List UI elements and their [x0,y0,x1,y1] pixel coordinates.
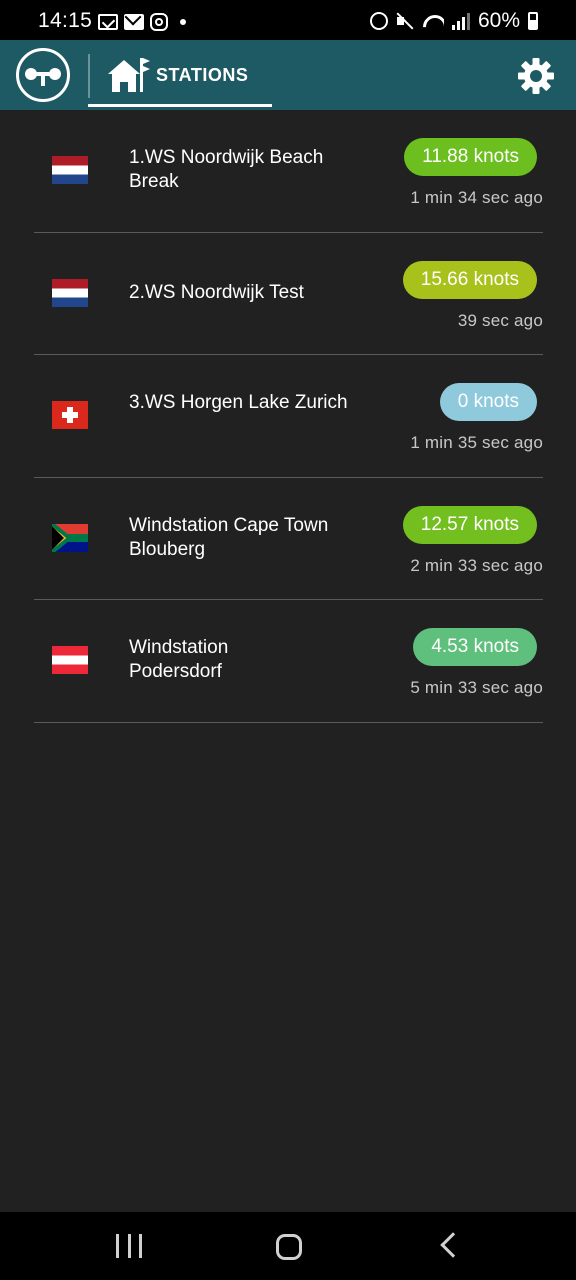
gear-icon[interactable] [514,54,558,98]
wifi-icon [422,12,444,30]
station-list: 1.WS Noordwijk Beach Break 11.88 knots 1… [34,110,543,723]
back-icon[interactable] [440,1232,466,1258]
dot-icon [180,19,186,25]
netherlands-flag-icon [52,156,88,184]
station-row[interactable]: Windstation Podersdorf 4.53 knots 5 min … [34,600,543,723]
wind-speed-badge: 12.57 knots [402,505,537,544]
updated-time: 2 min 33 sec ago [410,555,543,575]
mail-icon [124,14,144,30]
battery-icon [528,12,538,30]
updated-time: 1 min 35 sec ago [410,433,543,452]
station-name: 1.WS Noordwijk Beach Break [129,147,324,192]
signal-icon [451,12,470,30]
status-time: 14:15 [38,9,93,32]
app-bar: STATIONS [0,40,576,110]
tab-active-indicator [88,104,272,107]
station-name: Windstation Podersdorf [129,637,229,682]
tab-stations-label: STATIONS [156,65,249,85]
navigation-bar [0,1212,576,1280]
station-name: 2.WS Noordwijk Test [129,281,304,303]
austria-flag-icon [52,646,88,674]
south-africa-flag-icon [52,523,88,552]
wind-speed-badge: 11.88 knots [404,138,537,176]
updated-time: 39 sec ago [457,310,543,330]
station-name: 3.WS Horgen Lake Zurich [129,392,348,413]
station-row[interactable]: 2.WS Noordwijk Test 15.66 knots 39 sec a… [34,233,543,355]
switzerland-flag-icon [52,401,88,429]
instagram-icon [150,13,168,31]
wind-speed-badge: 15.66 knots [402,260,537,299]
recents-icon[interactable] [116,1234,142,1258]
battery-percent: 60% [477,9,520,32]
mute-icon [396,12,414,30]
message-icon [98,14,118,30]
alarm-icon [369,12,388,30]
updated-time: 1 min 34 sec ago [410,188,543,207]
home-flag-icon [108,58,150,92]
station-row[interactable]: 3.WS Horgen Lake Zurich 0 knots 1 min 35… [34,355,543,478]
wind-speed-badge: 0 knots [439,383,537,421]
tab-stations[interactable]: STATIONS [90,40,272,110]
home-icon[interactable] [276,1234,302,1260]
station-row[interactable]: Windstation Cape Town Blouberg 12.57 kno… [34,478,543,600]
station-name: Windstation Cape Town Blouberg [129,514,329,560]
notification-icons [98,12,186,32]
netherlands-flag-icon [52,278,88,307]
wind-speed-badge: 4.53 knots [413,628,537,666]
updated-time: 5 min 33 sec ago [410,678,543,697]
wind-station-logo-icon[interactable] [16,48,70,102]
station-row[interactable]: 1.WS Noordwijk Beach Break 11.88 knots 1… [34,110,543,233]
status-bar: 14:15 60% [0,0,576,40]
system-icons: 60% [369,9,538,32]
